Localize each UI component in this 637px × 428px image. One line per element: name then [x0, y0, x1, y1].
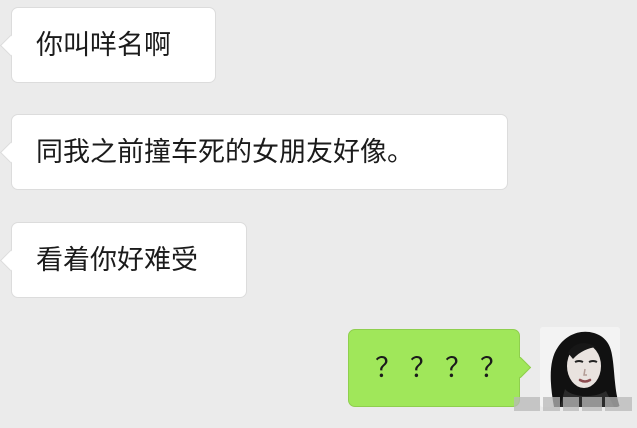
incoming-message[interactable]: 看着你好难受	[11, 222, 247, 298]
incoming-message[interactable]: 你叫咩名啊	[11, 7, 216, 83]
chat-view: 你叫咩名啊 同我之前撞车死的女朋友好像。 看着你好难受 ？？？？	[0, 0, 637, 428]
outgoing-message[interactable]: ？？？？	[348, 329, 520, 407]
incoming-message[interactable]: 同我之前撞车死的女朋友好像。	[11, 114, 508, 190]
watermark	[514, 392, 632, 416]
message-text: 看着你好难受	[36, 244, 198, 276]
message-text: ？？？？	[375, 352, 515, 384]
message-text: 同我之前撞车死的女朋友好像。	[36, 136, 414, 168]
message-text: 你叫咩名啊	[36, 29, 171, 61]
